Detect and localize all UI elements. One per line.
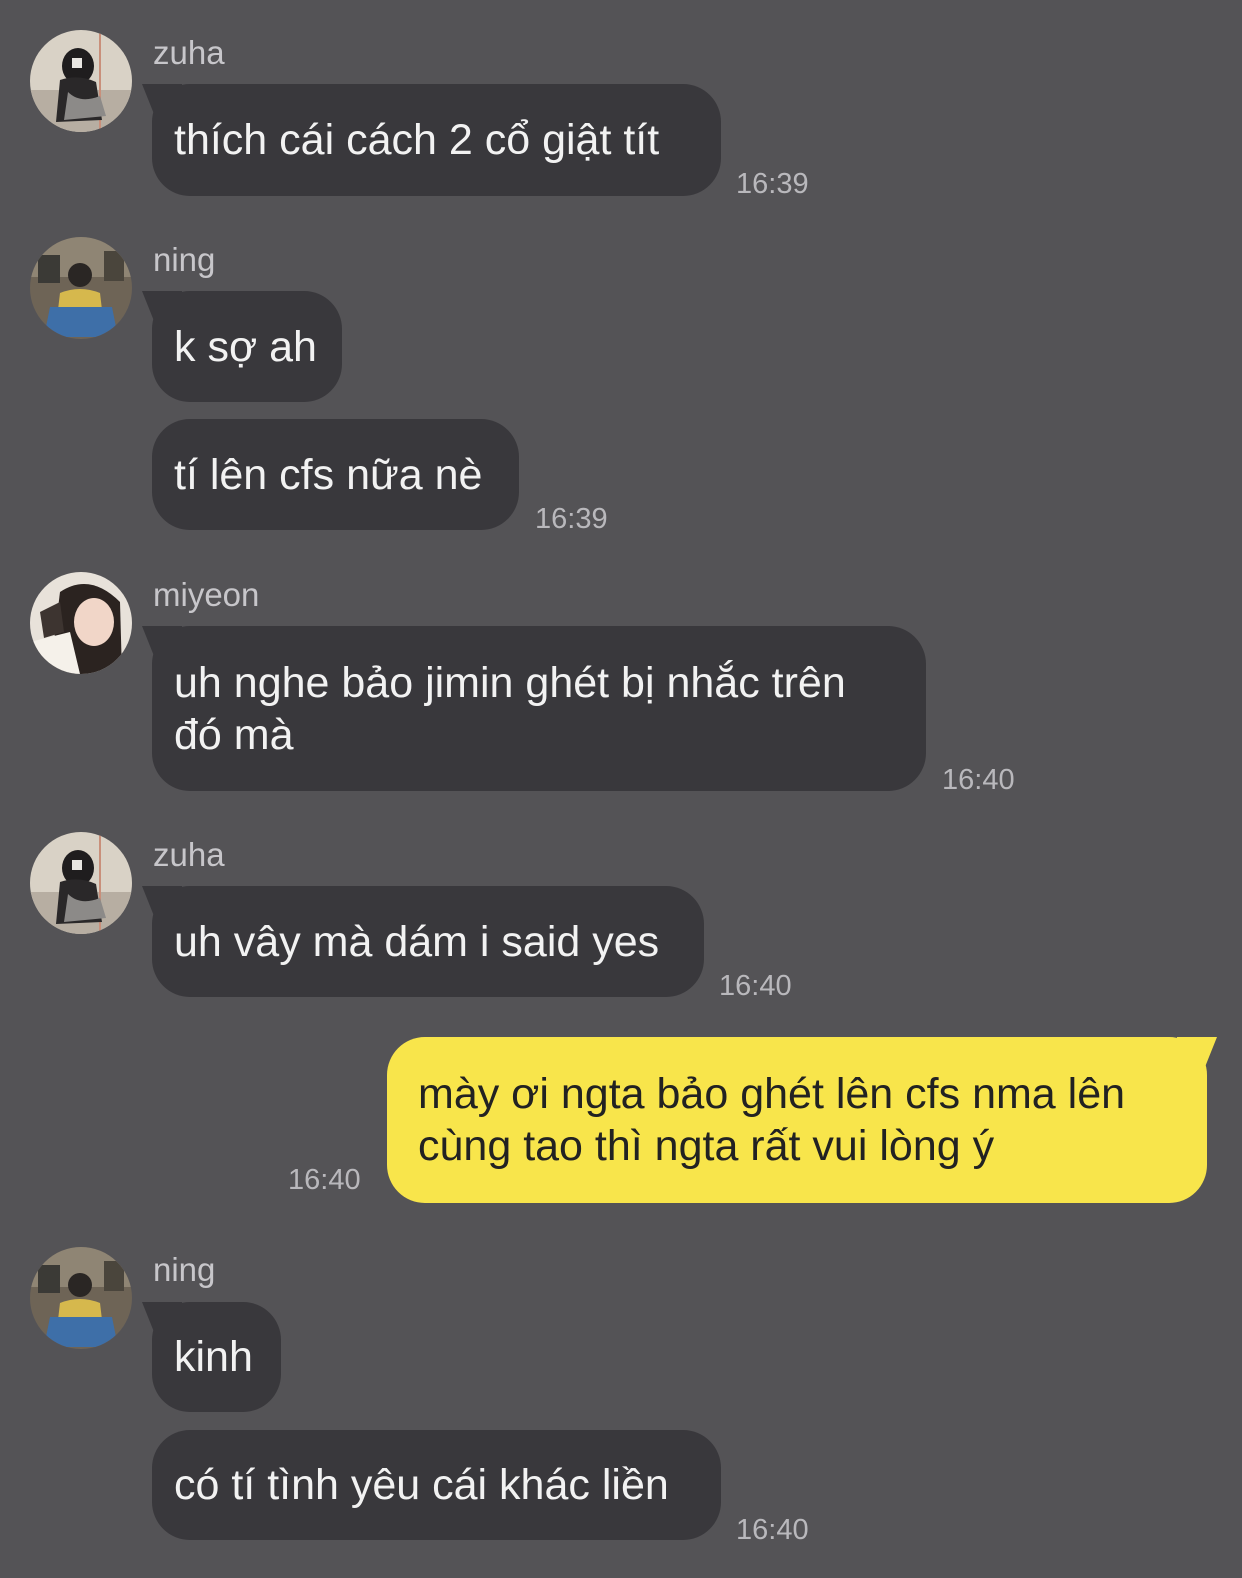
message-bubble-outgoing[interactable]: mày ơi ngta bảo ghét lên cfs nma lên cùn… bbox=[387, 1037, 1207, 1203]
sender-name: miyeon bbox=[153, 576, 260, 613]
message-timestamp: 16:40 bbox=[288, 1164, 361, 1196]
profile-photo-zuha bbox=[30, 832, 132, 934]
message-timestamp: 16:40 bbox=[942, 764, 1015, 796]
sender-name: zuha bbox=[153, 836, 225, 873]
message-bubble[interactable]: thích cái cách 2 cổ giật tít bbox=[152, 84, 721, 196]
avatar-miyeon[interactable] bbox=[30, 572, 132, 674]
message-bubble[interactable]: kinh bbox=[152, 1302, 281, 1412]
message-text: uh vây mà dám i said yes bbox=[174, 917, 660, 966]
message-bubble[interactable]: tí lên cfs nữa nè bbox=[152, 419, 519, 530]
profile-photo-miyeon bbox=[30, 572, 132, 674]
message-text: k sợ ah bbox=[174, 322, 317, 371]
profile-photo-zuha bbox=[30, 30, 132, 132]
message-text: uh nghe bảo jimin ghét bị nhắc trên đó m… bbox=[174, 659, 846, 759]
avatar-ning[interactable] bbox=[30, 237, 132, 339]
profile-photo-ning bbox=[30, 237, 132, 339]
message-timestamp: 16:40 bbox=[736, 1514, 809, 1546]
avatar-zuha[interactable] bbox=[30, 832, 132, 934]
message-text: kinh bbox=[174, 1333, 253, 1381]
sender-name: ning bbox=[153, 1251, 216, 1288]
sender-name: zuha bbox=[153, 34, 225, 71]
message-timestamp: 16:40 bbox=[719, 970, 792, 1002]
message-bubble[interactable]: k sợ ah bbox=[152, 291, 342, 402]
avatar-zuha[interactable] bbox=[30, 30, 132, 132]
message-text: mày ơi ngta bảo ghét lên cfs nma lên cùn… bbox=[418, 1070, 1126, 1170]
message-bubble[interactable]: uh vây mà dám i said yes bbox=[152, 886, 704, 997]
message-bubble[interactable]: uh nghe bảo jimin ghét bị nhắc trên đó m… bbox=[152, 626, 926, 791]
sender-name: ning bbox=[153, 241, 216, 278]
message-text: có tí tình yêu cái khác liền bbox=[174, 1461, 669, 1509]
message-timestamp: 16:39 bbox=[736, 168, 809, 200]
avatar-ning[interactable] bbox=[30, 1247, 132, 1349]
message-timestamp: 16:39 bbox=[535, 503, 608, 535]
message-text: tí lên cfs nữa nè bbox=[174, 450, 483, 499]
message-bubble[interactable]: có tí tình yêu cái khác liền bbox=[152, 1430, 721, 1540]
message-text: thích cái cách 2 cổ giật tít bbox=[174, 116, 660, 164]
profile-photo-ning bbox=[30, 1247, 132, 1349]
